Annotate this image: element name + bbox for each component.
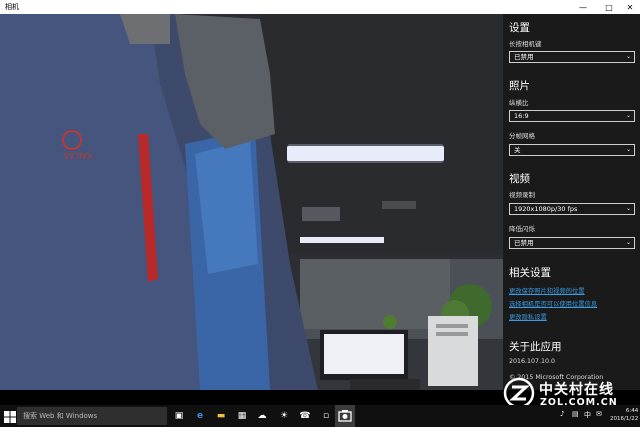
folder-icon: ▬ [216,411,226,421]
app-icon: ▫ [322,411,330,421]
chevron-down-icon: ⌄ [625,53,631,60]
video-heading: 视频 [509,173,530,185]
chevron-down-icon: ⌄ [625,146,631,153]
framing-grid-value: 关 [514,146,521,154]
video-record-value: 1920x1080p/30 fps [514,205,578,213]
app-button-2[interactable]: ☀ [277,409,291,423]
taskbar-search-box[interactable]: 搜索 Web 和 Windows [17,407,167,425]
close-icon: ✕ [626,2,634,12]
close-button[interactable]: ✕ [620,0,640,14]
privacy-settings-link[interactable]: 更改隐私设置 [509,313,547,322]
save-location-link[interactable]: 更改保存照片和视频的位置 [509,287,585,296]
chevron-down-icon: ⌄ [625,112,631,119]
window-title: 相机 [5,3,19,11]
edge-icon: e [196,411,204,421]
windows-logo-icon [4,411,16,423]
app-button-4[interactable]: ▫ [319,409,333,423]
aspect-ratio-dropdown[interactable]: 16:9 ⌄ [509,110,635,122]
framing-grid-dropdown[interactable]: 关 ⌄ [509,144,635,156]
video-record-dropdown[interactable]: 1920x1080p/30 fps ⌄ [509,203,635,215]
maximize-button[interactable]: □ [599,0,619,14]
watermark-cn: 中关村在线 [539,382,614,398]
minimize-button[interactable]: — [573,0,593,14]
edge-button[interactable]: e [193,409,207,423]
aspect-ratio-label: 纵横比 [509,99,529,107]
network-icon[interactable]: ▤ [572,410,579,418]
shutter-hold-dropdown[interactable]: 已禁用 ⌄ [509,51,635,63]
flicker-reduction-dropdown[interactable]: 已禁用 ⌄ [509,237,635,249]
title-bar: 相机 — □ ✕ [0,0,640,14]
svg-text:KAILAS: KAILAS [64,151,92,160]
about-heading: 关于此应用 [509,341,562,353]
chevron-down-icon: ⌄ [625,205,631,212]
settings-pane: 设置 长按相机键 已禁用 ⌄ 照片 纵横比 16:9 ⌄ 分帧网格 关 ⌄ 视频… [503,14,640,390]
photo-heading: 照片 [509,80,530,92]
app-button-3[interactable]: ☎ [298,409,312,423]
app-version: 2016.107.10.0 [509,358,556,365]
maximize-icon: □ [605,2,613,12]
notification-icon[interactable]: ✉ [596,410,602,418]
aspect-ratio-value: 16:9 [514,112,529,120]
video-record-label: 视频录制 [509,191,535,199]
taskbar-clock[interactable]: 6:44 2016/1/22 [610,407,638,423]
camera-taskbar-button[interactable] [335,405,355,427]
location-permission-link[interactable]: 选择相机是否可以使用位置信息 [509,300,597,309]
clock-date: 2016/1/22 [610,416,639,422]
store-button[interactable]: ▦ [235,409,249,423]
app-icon: ☎ [299,411,311,421]
app-button-1[interactable]: ☁ [255,409,269,423]
start-button[interactable] [3,409,17,423]
settings-heading: 设置 [509,22,530,34]
camera-icon [338,410,352,422]
shutter-hold-label: 长按相机键 [509,40,542,48]
app-icon: ☁ [257,411,267,421]
task-view-button[interactable]: ▣ [172,409,186,423]
clock-time: 6:44 [625,408,639,414]
app-icon: ☀ [279,411,289,421]
minimize-icon: — [579,2,587,12]
file-explorer-button[interactable]: ▬ [214,409,228,423]
shutter-hold-value: 已禁用 [514,53,534,61]
search-placeholder: 搜索 Web 和 Windows [23,412,98,420]
framing-grid-label: 分帧网格 [509,132,535,140]
related-settings-heading: 相关设置 [509,267,551,279]
flicker-reduction-value: 已禁用 [514,239,534,247]
input-method-icon[interactable]: 中 [584,410,591,420]
task-view-icon: ▣ [174,411,184,421]
volume-icon[interactable]: ♪ [560,410,564,418]
camera-scene-image: KAILAS [0,14,505,390]
store-icon: ▦ [237,411,247,421]
flicker-reduction-label: 降低闪烁 [509,225,535,233]
camera-preview: KAILAS [0,14,505,390]
taskbar: 搜索 Web 和 Windows ▣ e ▬ ▦ ☁ ☀ ☎ ▫ ♪ ▤ 中 ✉… [0,405,640,427]
chevron-down-icon: ⌄ [625,239,631,246]
